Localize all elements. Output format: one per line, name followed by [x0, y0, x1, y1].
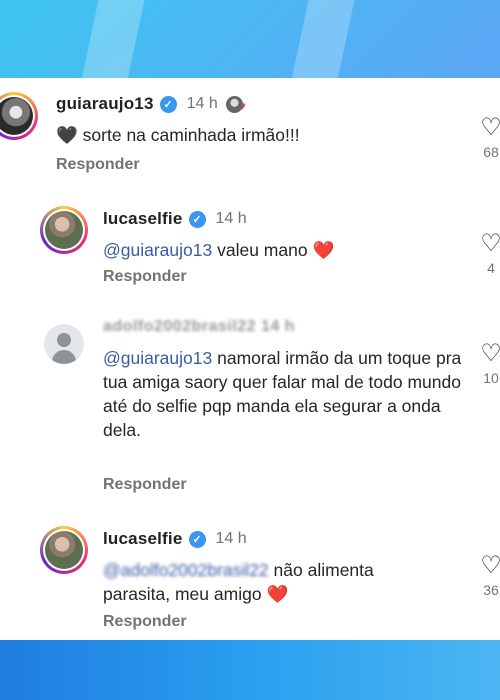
comment-text: @guiaraujo13 namoral irmão da um toque p…: [103, 348, 462, 440]
comment-username[interactable]: lucaselfie: [103, 529, 183, 549]
red-heart-emoji: ❤️: [312, 240, 335, 260]
comment-text: @adolfo2002brasil22 não alimenta parasit…: [103, 560, 374, 604]
comment-item: lucaselfie ✓ 14 h @guiaraujo13 valeu man…: [0, 196, 500, 296]
comment-time: 14 h: [215, 530, 247, 547]
heart-outline-icon[interactable]: ♡: [476, 116, 500, 140]
like-count: 68: [483, 144, 499, 160]
like-column: ♡ 4: [476, 232, 500, 277]
background-stripe: [291, 0, 355, 80]
comment-time: 14 h: [215, 210, 247, 227]
comment-username[interactable]: lucaselfie: [103, 209, 183, 229]
background-stripe: [81, 0, 145, 80]
verified-badge-icon: ✓: [188, 210, 206, 228]
heart-outline-icon[interactable]: ♡: [476, 232, 500, 256]
mention-link[interactable]: @guiaraujo13: [103, 240, 212, 260]
comment-time: 14 h: [186, 95, 218, 112]
comment-item: lucaselfie ✓ 14 h @adolfo2002brasil22 nã…: [0, 518, 500, 640]
like-count: 36: [483, 582, 499, 598]
comment-text: 🖤 sorte na caminhada irmão!!!: [56, 125, 300, 145]
comment-item: guiaraujo13 ✓ 14 h ♥ 🖤 sorte na caminhad…: [0, 78, 500, 188]
mention-link[interactable]: @adolfo2002brasil22: [103, 560, 269, 580]
comments-card: guiaraujo13 ✓ 14 h ♥ 🖤 sorte na caminhad…: [0, 78, 500, 640]
heart-outline-icon[interactable]: ♡: [476, 342, 500, 366]
reply-button[interactable]: Responder: [103, 476, 187, 494]
avatar[interactable]: [40, 206, 88, 254]
creator-liked-avatar: [225, 95, 243, 113]
verified-badge-icon: ✓: [188, 530, 206, 548]
reply-button[interactable]: Responder: [103, 268, 187, 286]
default-avatar-icon[interactable]: [44, 324, 84, 364]
like-column: ♡ 68: [476, 116, 500, 161]
like-column: ♡ 10: [476, 342, 500, 387]
avatar[interactable]: [40, 526, 88, 574]
background-bottom: [0, 638, 500, 700]
black-heart-emoji: 🖤: [56, 125, 78, 145]
reply-button[interactable]: Responder: [56, 156, 140, 174]
avatar[interactable]: [0, 92, 38, 140]
reply-button[interactable]: Responder: [103, 613, 187, 631]
comment-text: @guiaraujo13 valeu mano ❤️: [103, 240, 335, 260]
comment-username[interactable]: guiaraujo13: [56, 94, 154, 114]
like-count: 4: [487, 260, 495, 276]
comment-item: adolfo2002brasil22 14 h @guiaraujo13 nam…: [0, 314, 500, 494]
heart-outline-icon[interactable]: ♡: [476, 554, 500, 578]
like-count: 10: [483, 370, 499, 386]
red-heart-emoji: ❤️: [266, 584, 289, 604]
blurred-username[interactable]: adolfo2002brasil22 14 h: [103, 318, 295, 336]
mention-link[interactable]: @guiaraujo13: [103, 348, 212, 368]
like-column: ♡ 36: [476, 554, 500, 599]
verified-badge-icon: ✓: [159, 95, 177, 113]
